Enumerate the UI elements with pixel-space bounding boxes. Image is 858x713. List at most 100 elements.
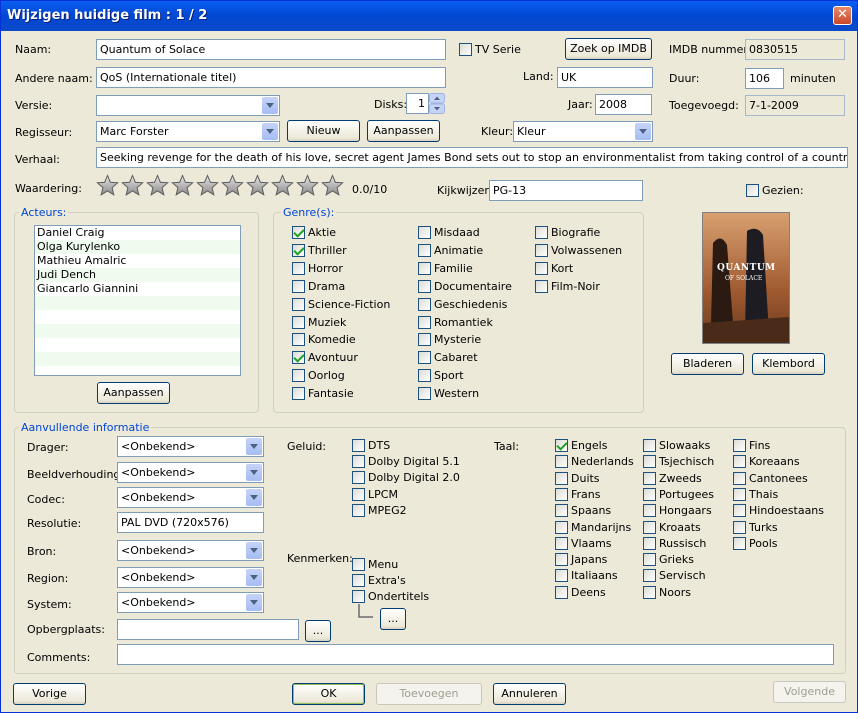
checkbox-box[interactable] bbox=[555, 536, 568, 550]
checkbox-box[interactable] bbox=[352, 503, 365, 517]
checkbox-box[interactable] bbox=[555, 455, 568, 469]
checkbox-box[interactable] bbox=[733, 504, 746, 518]
checkbox-box[interactable] bbox=[733, 487, 746, 501]
zoek-imdb-button[interactable]: Zoek op IMDB bbox=[565, 38, 652, 60]
chevron-down-icon[interactable] bbox=[262, 123, 278, 140]
checkbox-box[interactable] bbox=[555, 504, 568, 518]
checkbox-box[interactable] bbox=[643, 471, 656, 485]
checkbox-box[interactable] bbox=[292, 351, 305, 365]
checkbox-box[interactable] bbox=[418, 226, 431, 239]
checkbox-box[interactable] bbox=[352, 574, 365, 587]
checkbox-box[interactable] bbox=[733, 471, 746, 485]
versie-select[interactable] bbox=[96, 95, 280, 116]
chevron-down-icon[interactable] bbox=[246, 438, 262, 455]
ok-button[interactable]: OK bbox=[292, 683, 365, 705]
chevron-down-icon[interactable] bbox=[246, 594, 262, 611]
list-item[interactable]: Judi Dench bbox=[35, 268, 240, 282]
checkbox-box[interactable] bbox=[535, 243, 548, 257]
checkbox-box[interactable] bbox=[535, 226, 548, 239]
checkbox-box[interactable] bbox=[643, 569, 656, 583]
checkbox-box[interactable] bbox=[535, 279, 548, 293]
aanpassen-regisseur-button[interactable]: Aanpassen bbox=[367, 120, 440, 142]
chevron-down-icon[interactable] bbox=[246, 489, 262, 506]
verhaal-input[interactable]: Seeking revenge for the death of his lov… bbox=[96, 147, 848, 168]
checkbox-box[interactable] bbox=[292, 226, 305, 239]
land-input[interactable]: UK bbox=[557, 67, 653, 88]
checkbox-box[interactable] bbox=[418, 315, 431, 329]
checkbox-box[interactable] bbox=[643, 504, 656, 518]
checkbox-box[interactable] bbox=[352, 590, 365, 603]
drager-select[interactable]: <Onbekend> bbox=[117, 436, 264, 457]
star-icon[interactable] bbox=[296, 174, 319, 197]
checkbox-box[interactable] bbox=[352, 439, 365, 452]
star-icon[interactable] bbox=[321, 174, 344, 197]
list-item[interactable]: Olga Kurylenko bbox=[35, 240, 240, 254]
toevoegen-button[interactable]: Toevoegen bbox=[376, 683, 482, 705]
checkbox-box[interactable] bbox=[555, 487, 568, 501]
system-select[interactable]: <Onbekend> bbox=[117, 592, 264, 613]
star-icon[interactable] bbox=[221, 174, 244, 197]
checkbox-box[interactable] bbox=[733, 536, 746, 550]
annuleren-button[interactable]: Annuleren bbox=[493, 683, 566, 705]
checkbox-box[interactable] bbox=[555, 569, 568, 583]
checkbox-box[interactable] bbox=[292, 243, 305, 257]
checkbox-box[interactable] bbox=[733, 455, 746, 469]
bron-select[interactable]: <Onbekend> bbox=[117, 540, 264, 561]
comments-input[interactable] bbox=[117, 644, 834, 665]
kleur-select[interactable]: Kleur bbox=[513, 121, 653, 142]
checkbox-box[interactable] bbox=[292, 369, 305, 383]
region-select[interactable]: <Onbekend> bbox=[117, 567, 264, 588]
checkbox-box[interactable] bbox=[418, 279, 431, 293]
checkbox-box[interactable] bbox=[535, 261, 548, 275]
checkbox-box[interactable] bbox=[418, 369, 431, 383]
volgende-button[interactable]: Volgende bbox=[773, 681, 846, 703]
checkbox-box[interactable] bbox=[418, 351, 431, 365]
vorige-button[interactable]: Vorige bbox=[13, 683, 86, 705]
duur-input[interactable]: 106 bbox=[745, 68, 784, 89]
checkbox-box[interactable] bbox=[352, 471, 365, 485]
aanpassen-actors-button[interactable]: Aanpassen bbox=[97, 382, 170, 404]
checkbox-box[interactable] bbox=[352, 558, 365, 571]
title-bar[interactable]: Wijzigen huidige film : 1 / 2 ✕ bbox=[1, 1, 857, 31]
klembord-button[interactable]: Klembord bbox=[752, 353, 825, 375]
checkbox-box[interactable] bbox=[643, 455, 656, 469]
list-item[interactable]: Daniel Craig bbox=[35, 226, 240, 240]
opberg-browse-button[interactable]: ... bbox=[305, 620, 331, 642]
resolutie-input[interactable]: PAL DVD (720x576) bbox=[117, 512, 264, 533]
chevron-down-icon[interactable] bbox=[262, 97, 278, 114]
checkbox-box[interactable] bbox=[643, 520, 656, 534]
checkbox-box[interactable] bbox=[418, 387, 431, 401]
kenmerken-browse-button[interactable]: ... bbox=[380, 608, 406, 630]
star-icon[interactable] bbox=[121, 174, 144, 197]
checkbox-box[interactable] bbox=[292, 261, 305, 275]
chevron-down-icon[interactable] bbox=[635, 123, 651, 140]
checkbox-box[interactable] bbox=[555, 520, 568, 534]
checkbox-box[interactable] bbox=[555, 585, 568, 599]
actors-list[interactable]: Daniel Craig Olga Kurylenko Mathieu Amalri… bbox=[34, 225, 241, 376]
disks-input[interactable]: 1 bbox=[406, 93, 429, 114]
checkbox-box[interactable] bbox=[555, 553, 568, 567]
beeld-select[interactable]: <Onbekend> bbox=[117, 462, 264, 483]
kijkwijzer-input[interactable]: PG-13 bbox=[489, 180, 643, 201]
checkbox-box[interactable] bbox=[292, 387, 305, 401]
checkbox-box[interactable] bbox=[418, 297, 431, 311]
jaar-input[interactable]: 2008 bbox=[595, 94, 652, 115]
checkbox-box[interactable] bbox=[292, 315, 305, 329]
nieuw-button[interactable]: Nieuw bbox=[287, 120, 360, 142]
checkbox-box[interactable] bbox=[418, 261, 431, 275]
star-icon[interactable] bbox=[96, 174, 119, 197]
star-icon[interactable] bbox=[171, 174, 194, 197]
list-item[interactable]: Giancarlo Giannini bbox=[35, 282, 240, 296]
bladeren-button[interactable]: Bladeren bbox=[671, 353, 744, 375]
close-button[interactable]: ✕ bbox=[833, 6, 852, 25]
gezien-box[interactable] bbox=[746, 184, 759, 197]
tv-serie-box[interactable] bbox=[459, 43, 472, 56]
naam-input[interactable]: Quantum of Solace bbox=[96, 39, 446, 60]
checkbox-box[interactable] bbox=[643, 553, 656, 567]
checkbox-box[interactable] bbox=[555, 471, 568, 485]
opberg-input[interactable] bbox=[117, 619, 299, 640]
checkbox-box[interactable] bbox=[352, 487, 365, 501]
checkbox-box[interactable] bbox=[643, 536, 656, 550]
star-icon[interactable] bbox=[196, 174, 219, 197]
checkbox-box[interactable] bbox=[292, 297, 305, 311]
